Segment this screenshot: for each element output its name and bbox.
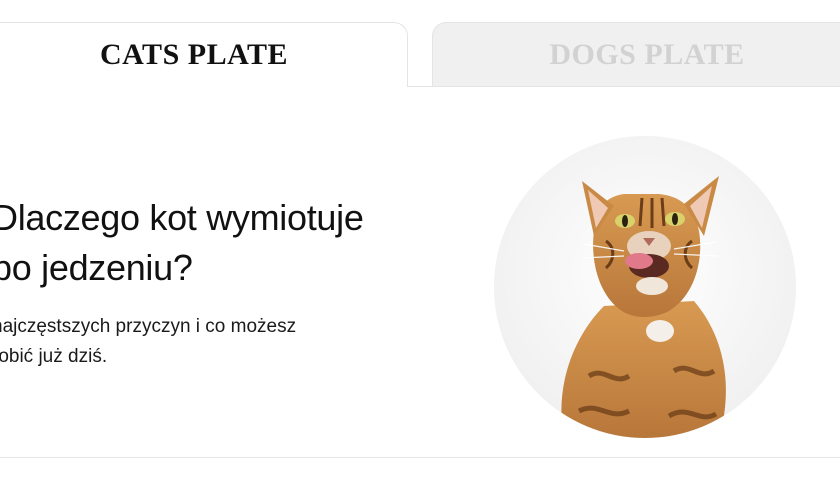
cat-licking-lips-image xyxy=(494,136,796,438)
tab-label: DOGS PLATE xyxy=(549,37,745,71)
page: CATS PLATE DOGS PLATE Dlaczego kot wymio… xyxy=(0,0,840,480)
subtitle-line-1: najczęstszych przyczyn i co możesz xyxy=(0,316,297,337)
title-line-2: po jedzeniu? xyxy=(0,247,193,288)
tab-cats-plate[interactable]: CATS PLATE xyxy=(0,22,408,86)
article-subtitle: najczęstszych przyczyn i co możesz robić… xyxy=(0,312,392,372)
active-tab-joint xyxy=(0,85,407,88)
title-line-1: Dlaczego kot wymiotuje xyxy=(0,197,364,238)
cat-photo xyxy=(494,136,796,438)
subtitle-line-2: robić już dziś. xyxy=(0,346,108,367)
panel-bottom-divider xyxy=(0,457,840,458)
tab-label: CATS PLATE xyxy=(99,37,289,71)
article-title: Dlaczego kot wymiotuje po jedzeniu? xyxy=(0,193,462,293)
plate-tabs: CATS PLATE DOGS PLATE xyxy=(0,0,840,88)
tab-dogs-plate[interactable]: DOGS PLATE xyxy=(432,22,840,86)
